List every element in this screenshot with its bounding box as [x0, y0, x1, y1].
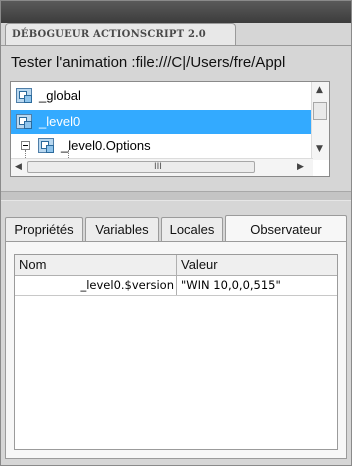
scroll-right-icon[interactable]: ▶: [297, 162, 304, 172]
tree-item-level0[interactable]: _level0: [11, 110, 329, 134]
tab-properties[interactable]: Propriétés: [5, 217, 83, 241]
collapse-icon[interactable]: [21, 141, 30, 150]
table-header: Nom Valeur: [15, 255, 337, 276]
horizontal-scroll-thumb[interactable]: III: [27, 161, 255, 173]
scroll-grip: III: [154, 162, 162, 172]
column-header-name[interactable]: Nom: [19, 257, 46, 272]
tab-watch[interactable]: Observateur: [225, 215, 347, 241]
movieclip-icon: [38, 138, 54, 153]
tree-item-label: _level0: [39, 114, 81, 129]
movieclip-icon: [16, 88, 32, 103]
movieclip-tree[interactable]: _global _level0 _level0.Options ▲ ▼ ◀ II…: [10, 81, 330, 177]
tree-vertical-scrollbar[interactable]: ▲ ▼: [311, 82, 329, 160]
tree-item-label: _level0.Options: [61, 138, 151, 153]
movie-path-label: Tester l'animation :file:///C|/Users/fre…: [11, 54, 286, 71]
tree-item-level0-options[interactable]: _level0.Options: [11, 134, 329, 158]
watch-variable-value[interactable]: "WIN 10,0,0,515": [181, 278, 281, 292]
watch-variable-name: _level0.$version: [80, 278, 174, 292]
column-divider[interactable]: [176, 255, 177, 275]
watch-table[interactable]: Nom Valeur _level0.$version "WIN 10,0,0,…: [14, 254, 338, 450]
vertical-scroll-thumb[interactable]: [313, 102, 327, 120]
tree-item-global[interactable]: _global: [11, 84, 329, 108]
column-header-value[interactable]: Valeur: [181, 257, 218, 272]
tree-horizontal-scrollbar[interactable]: ◀ III ▶: [11, 158, 313, 176]
scroll-up-icon[interactable]: ▲: [316, 85, 323, 95]
panel-title-tab[interactable]: DÉBOGUEUR ACTIONSCRIPT 2.0: [5, 23, 236, 46]
splitter-bar[interactable]: [1, 191, 351, 201]
debugger-panel: DÉBOGUEUR ACTIONSCRIPT 2.0 Tester l'anim…: [0, 0, 352, 466]
movieclip-icon: [16, 114, 32, 129]
tab-variables[interactable]: Variables: [85, 217, 159, 241]
panel-divider: [1, 45, 351, 46]
tab-locals[interactable]: Locales: [161, 217, 223, 241]
column-divider: [176, 275, 177, 295]
table-row[interactable]: _level0.$version "WIN 10,0,0,515": [15, 275, 337, 296]
watch-pane: Nom Valeur _level0.$version "WIN 10,0,0,…: [5, 241, 347, 459]
panel-title-strip[interactable]: [1, 1, 351, 23]
scroll-left-icon[interactable]: ◀: [15, 162, 22, 172]
tree-item-label: _global: [39, 88, 81, 103]
scroll-down-icon[interactable]: ▼: [316, 144, 323, 154]
